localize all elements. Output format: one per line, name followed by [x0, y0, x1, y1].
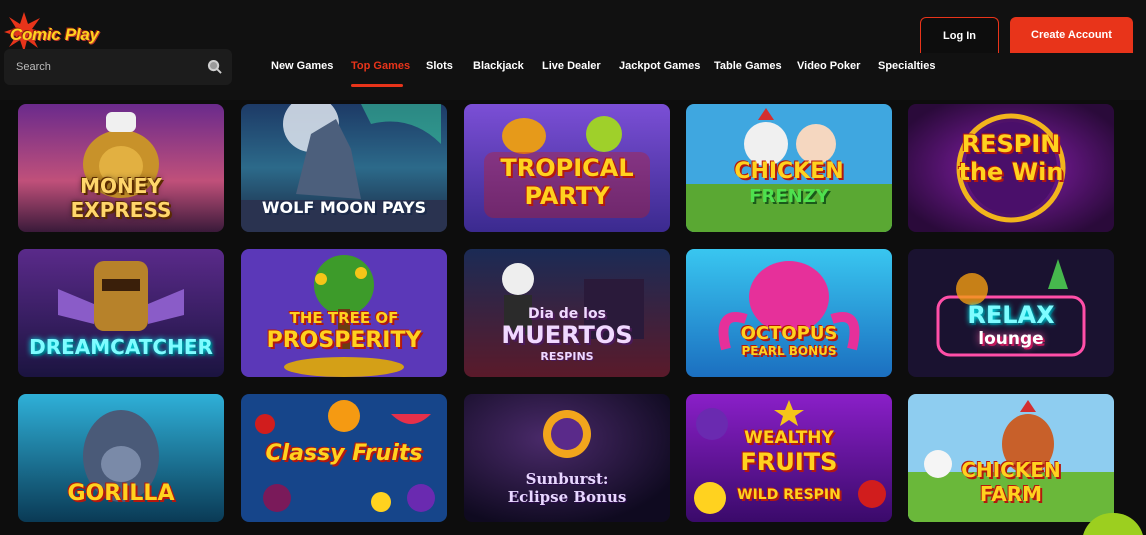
game-subtitle: the Win [958, 158, 1064, 186]
site-header: Comic Play Search New Games Top Games Sl… [0, 0, 1146, 100]
game-title: Sunburst: [525, 470, 609, 488]
game-title: Relax [967, 301, 1055, 329]
game-title: The Tree of [289, 309, 399, 327]
game-tile-gorilla[interactable]: Gorilla [18, 394, 224, 522]
game-tile-chicken-farm[interactable]: Chicken Farm [908, 394, 1114, 522]
game-title: Money [80, 174, 162, 198]
game-title: Chicken [734, 159, 844, 184]
game-title: Wealthy [744, 428, 834, 448]
search-placeholder: Search [16, 61, 51, 73]
game-title: Dia de los [528, 306, 606, 322]
game-tile-sunburst-eclipse-bonus[interactable]: Sunburst: Eclipse Bonus [464, 394, 670, 522]
game-subtitle: Fruits [740, 448, 838, 476]
game-subtitle: Farm [979, 482, 1043, 506]
login-button[interactable]: Log In [920, 17, 999, 53]
game-tile-chicken-frenzy[interactable]: Chicken Frenzy [686, 104, 892, 232]
game-tile-wealthy-fruits[interactable]: Wealthy Fruits Wild Respin [686, 394, 892, 522]
game-tile-dreamcatcher[interactable]: Dreamcatcher [18, 249, 224, 377]
nav-slots[interactable]: Slots [426, 60, 453, 72]
brand-logo[interactable]: Comic Play [4, 12, 114, 52]
game-subtitle: lounge [978, 329, 1044, 349]
game-subtitle: Prosperity [266, 328, 422, 353]
search-input[interactable]: Search [4, 49, 232, 85]
nav-live-dealer[interactable]: Live Dealer [542, 60, 601, 72]
search-icon[interactable] [207, 59, 222, 74]
game-subtitle: Eclipse Bonus [507, 488, 627, 506]
game-title: Gorilla [67, 481, 175, 506]
nav-table-games[interactable]: Table Games [714, 60, 782, 72]
game-tagline: Respins [540, 350, 594, 363]
game-subtitle: Pearl Bonus [741, 344, 837, 358]
game-title: Tropical [500, 154, 634, 182]
game-subtitle: Muertos [501, 321, 633, 349]
game-tile-tree-of-prosperity[interactable]: The Tree of Prosperity [241, 249, 447, 377]
game-subtitle: Party [524, 182, 610, 210]
game-title: Octopus [740, 323, 838, 344]
game-title: Wolf Moon Pays [261, 198, 427, 217]
game-title: Respin [961, 130, 1061, 158]
game-tile-relax-lounge[interactable]: Relax lounge [908, 249, 1114, 377]
nav-video-poker[interactable]: Video Poker [797, 60, 860, 72]
game-title: Chicken [961, 458, 1061, 482]
nav-jackpot-games[interactable]: Jackpot Games [619, 60, 700, 72]
active-tab-indicator [351, 84, 403, 87]
game-subtitle: Express [70, 198, 172, 222]
game-tagline: Wild Respin [737, 487, 841, 503]
nav-specialties[interactable]: Specialties [878, 60, 935, 72]
nav-top-games[interactable]: Top Games [351, 60, 410, 72]
nav-new-games[interactable]: New Games [271, 60, 333, 72]
game-tile-classy-fruits[interactable]: Classy Fruits [241, 394, 447, 522]
nav-blackjack[interactable]: Blackjack [473, 60, 524, 72]
game-tile-respin-the-win[interactable]: Respin the Win [908, 104, 1114, 232]
create-account-button[interactable]: Create Account [1010, 17, 1133, 53]
game-tile-wolf-moon-pays[interactable]: Wolf Moon Pays [241, 104, 447, 232]
game-title: Dreamcatcher [29, 335, 213, 359]
game-title: Classy Fruits [265, 441, 423, 466]
game-tile-dia-de-los-muertos[interactable]: Dia de los Muertos Respins [464, 249, 670, 377]
game-tile-tropical-party[interactable]: Tropical Party [464, 104, 670, 232]
game-subtitle: Frenzy [749, 186, 829, 207]
game-tile-octopus-pearl-bonus[interactable]: Octopus Pearl Bonus [686, 249, 892, 377]
brand-name: Comic Play [10, 25, 99, 44]
game-tile-money-express[interactable]: Money Express [18, 104, 224, 232]
